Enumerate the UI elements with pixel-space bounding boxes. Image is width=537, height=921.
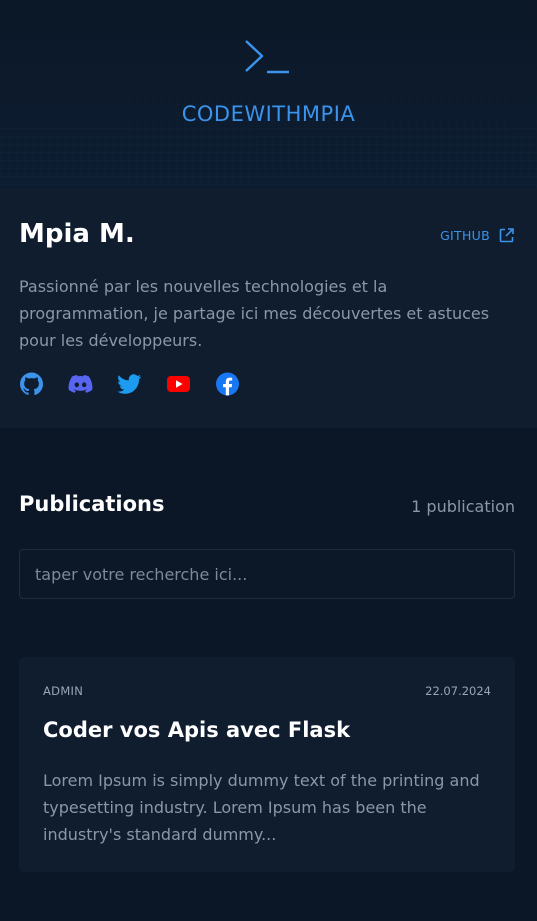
discord-icon [68, 375, 93, 393]
discord-social-link[interactable] [68, 372, 117, 396]
youtube-icon [167, 376, 190, 392]
profile-bio: Passionné par les nouvelles technologies… [19, 277, 490, 350]
twitter-social-link[interactable] [117, 372, 166, 396]
post-title[interactable]: Coder vos Apis avec Flask [43, 718, 350, 742]
post-author: ADMIN [43, 684, 84, 698]
profile-name: Mpia M. [19, 219, 135, 249]
publication-count: 1 publication [411, 497, 515, 516]
post-excerpt: Lorem Ipsum is simply dummy text of the … [43, 771, 480, 844]
publications-heading: Publications [19, 492, 165, 516]
search-input[interactable] [19, 549, 515, 599]
facebook-social-link[interactable] [215, 372, 264, 396]
github-social-link[interactable] [19, 372, 68, 396]
youtube-social-link[interactable] [166, 372, 215, 396]
github-link[interactable]: GITHUB [440, 227, 515, 244]
social-links [19, 372, 264, 396]
terminal-icon[interactable] [243, 38, 291, 76]
post-date: 22.07.2024 [425, 684, 491, 698]
twitter-icon [117, 374, 142, 394]
github-icon [20, 372, 44, 396]
site-brand[interactable]: CODEWITHMPIA [0, 102, 537, 126]
external-link-icon [499, 228, 514, 243]
site-header: CODEWITHMPIA [0, 0, 537, 189]
github-link-label: GITHUB [440, 228, 490, 243]
profile-section: Mpia M. GITHUB Passionné par les nouvell… [0, 189, 537, 428]
post-card[interactable]: ADMIN 22.07.2024 Coder vos Apis avec Fla… [19, 657, 515, 872]
facebook-icon [216, 372, 239, 396]
